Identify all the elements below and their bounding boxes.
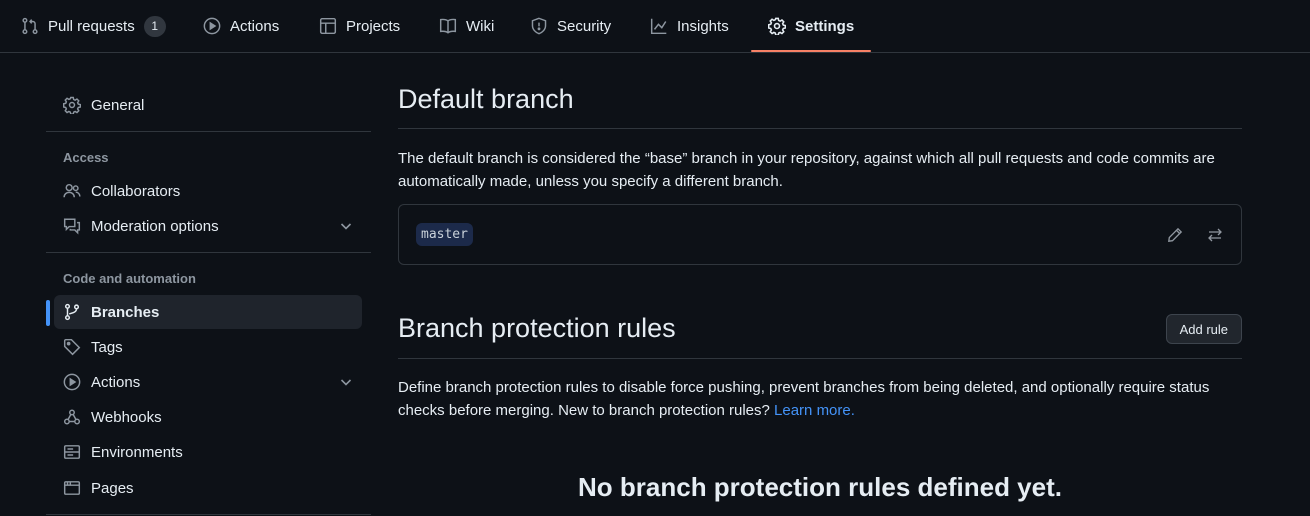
gear-icon [768, 17, 786, 35]
sidebar-item-label: Collaborators [91, 182, 181, 200]
sidebar-item-label: Environments [91, 443, 183, 461]
server-icon [63, 445, 81, 459]
branch-protection-description: Define branch protection rules to disabl… [398, 376, 1242, 422]
repo-nav: Pull requests 1 Actions Projects Wiki Se… [0, 0, 1310, 53]
webhook-icon [63, 409, 81, 425]
tab-label: Wiki [466, 17, 495, 35]
tab-label: Projects [346, 17, 401, 35]
sidebar-item-label: Actions [91, 373, 141, 391]
branch-protection-title: Branch protection rules [398, 313, 676, 343]
sidebar-item-label: Tags [91, 338, 123, 356]
sidebar-item-label: Pages [91, 479, 134, 497]
sidebar-item-actions[interactable]: Actions [54, 365, 362, 399]
empty-state-title: No branch protection rules defined yet. [578, 472, 1062, 502]
learn-more-link[interactable]: Learn more. [774, 402, 855, 419]
sidebar-item-label: Moderation options [91, 217, 219, 235]
sidebar-item-webhooks[interactable]: Webhooks [54, 400, 362, 434]
sidebar-heading-access: Access [63, 150, 109, 165]
sidebar-item-moderation-options[interactable]: Moderation options [54, 209, 362, 243]
comment-discussion-icon [63, 218, 81, 235]
default-branch-description: The default branch is considered the “ba… [398, 150, 1215, 190]
tab-label: Insights [677, 17, 729, 35]
pencil-icon [1168, 227, 1183, 242]
default-branch-title: Default branch [398, 84, 574, 114]
rename-branch-button[interactable] [1163, 223, 1187, 247]
switch-default-branch-button[interactable] [1203, 223, 1227, 247]
gear-icon [63, 96, 81, 114]
arrow-switch-icon [1208, 228, 1222, 242]
tab-actions[interactable]: Actions [203, 0, 279, 52]
shield-icon [531, 17, 547, 35]
git-branch-icon [64, 303, 80, 321]
tab-insights[interactable]: Insights [650, 0, 729, 52]
git-pull-request-icon [22, 17, 38, 35]
sidebar-item-branches[interactable]: Branches [54, 295, 362, 329]
play-icon [203, 17, 221, 35]
book-icon [439, 18, 457, 34]
chevron-down-icon [340, 223, 352, 230]
tab-label: Settings [795, 17, 855, 35]
selected-tab-indicator [751, 50, 871, 52]
tab-settings[interactable]: Settings [768, 0, 854, 52]
sidebar-item-pages[interactable]: Pages [54, 471, 362, 505]
sidebar-item-environments[interactable]: Environments [54, 435, 362, 469]
people-icon [63, 183, 81, 198]
section-divider [398, 358, 1242, 359]
tab-wiki[interactable]: Wiki [439, 0, 494, 52]
graph-icon [650, 18, 667, 35]
tab-label: Security [557, 17, 612, 35]
sidebar-heading-code-automation: Code and automation [63, 271, 196, 286]
tab-pull-requests[interactable]: Pull requests 1 [21, 0, 166, 52]
play-icon [63, 373, 81, 391]
pull-requests-counter: 1 [143, 15, 166, 37]
table-icon [319, 17, 337, 35]
sidebar-item-collaborators[interactable]: Collaborators [54, 174, 362, 208]
browser-icon [63, 481, 81, 495]
tab-security[interactable]: Security [530, 0, 611, 52]
sidebar-item-general[interactable]: General [54, 88, 362, 122]
add-rule-button[interactable]: Add rule [1165, 314, 1242, 344]
sidebar-item-label: Branches [91, 303, 160, 321]
sidebar-item-tags[interactable]: Tags [54, 330, 362, 364]
tab-label: Actions [230, 17, 280, 35]
default-branch-box: master [398, 204, 1242, 265]
sidebar-item-label: Webhooks [91, 408, 162, 426]
tab-projects[interactable]: Projects [319, 0, 400, 52]
tab-label: Pull requests [48, 17, 135, 35]
sidebar-item-label: General [91, 96, 145, 114]
active-item-indicator [46, 300, 50, 326]
chevron-down-icon [340, 379, 352, 386]
sidebar-divider [46, 131, 371, 132]
default-branch-name: master [416, 223, 473, 246]
sidebar-divider [46, 514, 371, 515]
section-divider [398, 128, 1242, 129]
tag-icon [63, 338, 81, 356]
sidebar-divider [46, 252, 371, 253]
